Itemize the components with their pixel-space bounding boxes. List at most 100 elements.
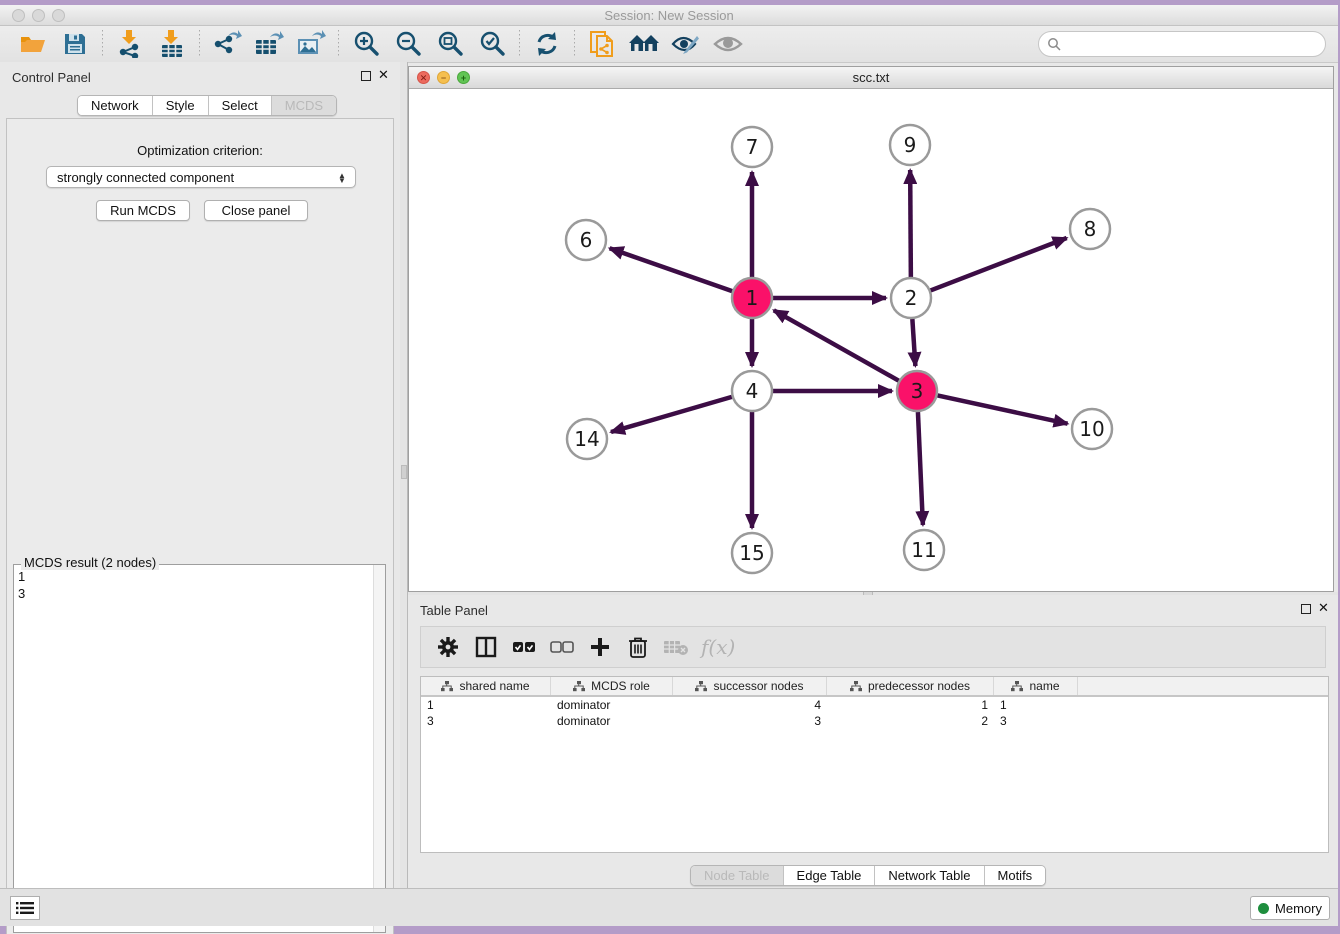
memory-button[interactable]: Memory (1250, 896, 1330, 920)
cell-shared-name[interactable]: 3 (421, 713, 551, 729)
close-panel-icon[interactable]: ✕ (378, 67, 389, 83)
tab-node-table[interactable]: Node Table (691, 866, 784, 885)
close-table-panel-icon[interactable]: ✕ (1318, 600, 1329, 616)
tab-network-table[interactable]: Network Table (875, 866, 984, 885)
close-panel-button[interactable]: Close panel (204, 200, 308, 221)
graph-node-9[interactable]: 9 (890, 125, 930, 165)
optimization-criterion-value: strongly connected component (57, 170, 234, 185)
graph-edge-3-11[interactable] (918, 412, 923, 525)
result-scrollbar[interactable] (373, 565, 385, 932)
column-header-name[interactable]: name (994, 677, 1078, 695)
hide-eye-icon[interactable] (669, 29, 703, 59)
column-header-successor-nodes[interactable]: successor nodes (673, 677, 827, 695)
cell-MCDS-role[interactable]: dominator (551, 713, 673, 729)
tab-style[interactable]: Style (153, 96, 209, 115)
tab-mcds[interactable]: MCDS (272, 96, 336, 115)
graph-node-10[interactable]: 10 (1072, 409, 1112, 449)
main-titlebar: Session: New Session (0, 5, 1338, 26)
refresh-icon[interactable] (530, 29, 564, 59)
export-table-icon[interactable] (252, 29, 286, 59)
columns-icon[interactable] (471, 632, 501, 662)
control-panel: Control Panel ✕ NetworkStyleSelectMCDS O… (0, 62, 400, 888)
zoom-fit-icon[interactable] (433, 29, 467, 59)
show-eye-icon[interactable] (711, 29, 745, 59)
zoom-out-icon[interactable] (391, 29, 425, 59)
select-all-icon[interactable] (509, 632, 539, 662)
mcds-result-frame: 1 3 (13, 564, 386, 933)
trash-icon[interactable] (623, 632, 653, 662)
graph-node-3[interactable]: 3 (897, 371, 937, 411)
graph-node-11[interactable]: 11 (904, 530, 944, 570)
table-tabs: Node TableEdge TableNetwork TableMotifs (690, 865, 1046, 886)
memory-status-icon (1258, 903, 1269, 914)
mcds-result-text: 1 3 (18, 568, 371, 930)
svg-text:7: 7 (746, 135, 759, 159)
column-header-shared-name[interactable]: shared name (421, 677, 551, 695)
search-input[interactable] (1038, 31, 1326, 57)
import-table-icon[interactable] (155, 29, 189, 59)
graph-edge-2-3[interactable] (912, 319, 915, 366)
column-header-MCDS-role[interactable]: MCDS role (551, 677, 673, 695)
select-stepper-icon: ▲▼ (335, 169, 349, 187)
tab-select[interactable]: Select (209, 96, 272, 115)
graph-node-4[interactable]: 4 (732, 371, 772, 411)
svg-text:15: 15 (739, 541, 764, 565)
table-row[interactable]: 3dominator323 (421, 713, 1328, 729)
cell-shared-name[interactable]: 1 (421, 697, 551, 713)
cell-successor-nodes[interactable]: 3 (673, 713, 827, 729)
table-row[interactable]: 1dominator411 (421, 697, 1328, 713)
mcds-result-box: MCDS result (2 nodes) 1 3 (13, 557, 386, 933)
run-mcds-button[interactable]: Run MCDS (96, 200, 190, 221)
graph-edge-3-10[interactable] (938, 395, 1068, 423)
export-image-icon[interactable] (294, 29, 328, 59)
import-network-icon[interactable] (113, 29, 147, 59)
tab-motifs[interactable]: Motifs (985, 866, 1046, 885)
cell-name[interactable]: 3 (994, 713, 1078, 729)
new-network-from-file-icon[interactable] (585, 29, 619, 59)
zoom-selected-icon[interactable] (475, 29, 509, 59)
toolbar-separator (519, 30, 520, 58)
tab-edge-table[interactable]: Edge Table (784, 866, 876, 885)
graph-edge-2-8[interactable] (931, 238, 1067, 290)
cell-successor-nodes[interactable]: 4 (673, 697, 827, 713)
graph-edge-2-9[interactable] (910, 170, 911, 277)
optimization-criterion-select[interactable]: strongly connected component ▲▼ (46, 166, 356, 188)
graph-node-14[interactable]: 14 (567, 419, 607, 459)
vertical-splitter[interactable] (400, 62, 408, 888)
tab-network[interactable]: Network (78, 96, 153, 115)
cell-name[interactable]: 1 (994, 697, 1078, 713)
float-panel-icon[interactable] (361, 71, 371, 81)
graph-node-8[interactable]: 8 (1070, 209, 1110, 249)
graph-node-6[interactable]: 6 (566, 220, 606, 260)
export-network-icon[interactable] (210, 29, 244, 59)
open-folder-icon[interactable] (16, 29, 50, 59)
graph-node-7[interactable]: 7 (732, 127, 772, 167)
graph-node-15[interactable]: 15 (732, 533, 772, 573)
main-toolbar (0, 26, 1338, 63)
cell-MCDS-role[interactable]: dominator (551, 697, 673, 713)
gear-icon[interactable] (433, 632, 463, 662)
graph-edge-3-1[interactable] (774, 310, 899, 380)
show-all-networks-icon[interactable] (627, 29, 661, 59)
status-bar: Memory (0, 888, 1338, 926)
column-header-predecessor-nodes[interactable]: predecessor nodes (827, 677, 994, 695)
graph-node-1[interactable]: 1 (732, 278, 772, 318)
network-canvas[interactable]: 1 2 3 4 6 7 8 9 10 11 14 15 (410, 89, 1332, 591)
svg-text:9: 9 (904, 133, 917, 157)
cell-predecessor-nodes[interactable]: 2 (827, 713, 994, 729)
table-header-row: shared nameMCDS rolesuccessor nodesprede… (421, 677, 1328, 697)
save-icon[interactable] (58, 29, 92, 59)
task-list-button[interactable] (10, 896, 40, 920)
graph-edge-1-6[interactable] (610, 248, 733, 291)
search-icon (1047, 37, 1062, 57)
float-table-panel-icon[interactable] (1301, 604, 1311, 614)
add-row-icon[interactable] (585, 632, 615, 662)
cell-predecessor-nodes[interactable]: 1 (827, 697, 994, 713)
function-builder-icon: f(x) (701, 635, 735, 659)
table-tabs-strip: Node TableEdge TableNetwork TableMotifs (408, 853, 1338, 888)
graph-edge-4-14[interactable] (611, 397, 732, 432)
graph-node-2[interactable]: 2 (891, 278, 931, 318)
unselect-all-icon[interactable] (547, 632, 577, 662)
zoom-in-icon[interactable] (349, 29, 383, 59)
delete-column-icon (661, 632, 691, 662)
